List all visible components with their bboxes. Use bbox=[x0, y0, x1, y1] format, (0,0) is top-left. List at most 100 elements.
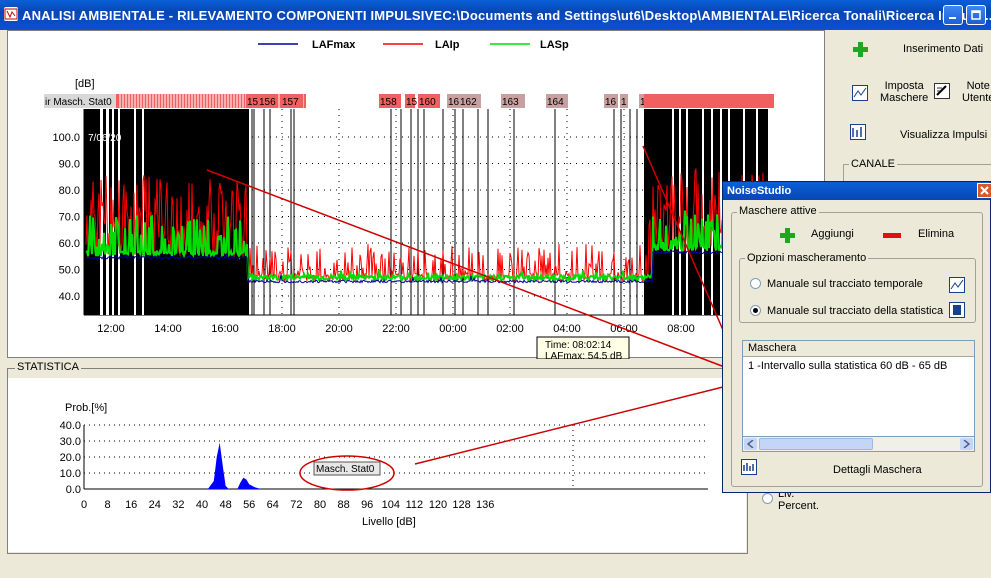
marker-label: 1 bbox=[621, 97, 627, 108]
overlay-date: 7/06/20 bbox=[88, 133, 122, 144]
option-temporale-radio[interactable] bbox=[750, 278, 761, 289]
stat-peak-2 bbox=[237, 477, 261, 489]
inserimento-dati-button[interactable]: Inserimento Dati bbox=[903, 43, 983, 55]
time-y-tick: 90.0 bbox=[59, 159, 80, 171]
add-icon[interactable] bbox=[779, 227, 795, 243]
maximize-button[interactable] bbox=[966, 5, 986, 25]
stat-x-tick: 40 bbox=[196, 499, 208, 511]
stat-x-tick: 88 bbox=[337, 499, 349, 511]
stat-x-tick: 112 bbox=[406, 499, 424, 511]
stat-x-tick: 128 bbox=[452, 499, 470, 511]
stat-y-tick: 20.0 bbox=[60, 452, 81, 464]
time-x-tick: 08:00 bbox=[667, 323, 695, 335]
statistica-chart[interactable]: Prob.[%] 40.0 30.0 20.0 10.0 0.00 8 16 24 32 40 48… bbox=[8, 378, 746, 552]
window-title: ANALISI AMBIENTALE - RILEVAMENTO COMPONE… bbox=[22, 8, 991, 23]
note-label-1: Note bbox=[966, 80, 990, 92]
list-horizontal-scrollbar[interactable] bbox=[742, 436, 975, 452]
list-header[interactable]: Maschera bbox=[743, 341, 974, 357]
stat-x-tick: 48 bbox=[219, 499, 231, 511]
scroll-right-button[interactable] bbox=[960, 438, 973, 450]
maschere-attive-title: Maschere attive bbox=[737, 205, 819, 217]
stat-x-tick: 96 bbox=[361, 499, 373, 511]
legend-lasp: LASp bbox=[540, 39, 569, 51]
y-unit: [dB] bbox=[75, 78, 95, 90]
time-x-tick: 02:00 bbox=[496, 323, 524, 335]
marker-label: 16 bbox=[448, 97, 460, 108]
time-x-tick: 04:00 bbox=[553, 323, 581, 335]
stat-x-tick: 64 bbox=[267, 499, 279, 511]
details-icon[interactable] bbox=[741, 459, 757, 475]
note-label-2: Utente bbox=[962, 92, 991, 104]
time-x-tick: 00:00 bbox=[439, 323, 467, 335]
marker-label: 16 bbox=[605, 97, 617, 108]
statistic-chart-icon[interactable] bbox=[949, 302, 965, 318]
option-statistica-radio[interactable] bbox=[750, 305, 761, 316]
dettagli-maschera-button[interactable]: Dettagli Maschera bbox=[833, 464, 922, 476]
time-x-tick: 20:00 bbox=[325, 323, 353, 335]
stat-x-tick: 120 bbox=[429, 499, 447, 511]
stat-x-tick: 136 bbox=[476, 499, 494, 511]
minimize-button[interactable] bbox=[943, 5, 963, 25]
mask-label: Masch. Stat0 bbox=[316, 464, 375, 475]
time-y-tick: 70.0 bbox=[59, 212, 80, 224]
time-x-tick: 12:00 bbox=[97, 323, 125, 335]
marker-label: 156 bbox=[259, 97, 276, 108]
stat-x-tick: 80 bbox=[314, 499, 326, 511]
stat-x-tick: 72 bbox=[290, 499, 302, 511]
time-x-tick: 16:00 bbox=[211, 323, 239, 335]
percent-label-2: Percent. bbox=[778, 500, 819, 512]
stat-x-label: Livello [dB] bbox=[362, 516, 416, 528]
stat-y-tick: 10.0 bbox=[60, 468, 81, 480]
marker-label: 15 bbox=[406, 97, 418, 108]
stat-y-tick: 30.0 bbox=[60, 436, 81, 448]
note-icon[interactable] bbox=[934, 83, 950, 99]
imposta-maschere-button[interactable]: Imposta Maschere bbox=[880, 80, 928, 104]
legend-lafmax: LAFmax bbox=[312, 39, 356, 51]
time-y-tick: 100.0 bbox=[52, 132, 80, 144]
list-item[interactable]: 1 -Intervallo sulla statistica 60 dB - 6… bbox=[748, 360, 947, 372]
stat-x-tick: 24 bbox=[149, 499, 161, 511]
time-x-tick: 18:00 bbox=[268, 323, 296, 335]
chart-mask-icon[interactable] bbox=[852, 85, 868, 101]
note-utente-button[interactable]: Note Utente bbox=[962, 80, 991, 104]
tooltip-line-1: Time: 08:02:14 bbox=[545, 340, 612, 351]
dialog-title: NoiseStudio bbox=[727, 185, 792, 197]
time-x-tick: 22:00 bbox=[382, 323, 410, 335]
remove-icon[interactable] bbox=[883, 227, 901, 243]
marker-band-red-2[interactable] bbox=[644, 94, 774, 108]
pulse-icon[interactable] bbox=[850, 124, 866, 140]
statistica-plot[interactable]: Prob.[%] 40.0 30.0 20.0 10.0 0.0 0 8 16 24 32 40 48… bbox=[8, 378, 746, 552]
time-x-tick: 14:00 bbox=[154, 323, 182, 335]
stat-x-tick: 56 bbox=[243, 499, 255, 511]
scroll-thumb[interactable] bbox=[759, 438, 873, 450]
stat-y-label: Prob.[%] bbox=[65, 402, 107, 414]
visualizza-impulsi-button[interactable]: Visualizza Impulsi bbox=[900, 129, 987, 141]
percent-radio[interactable] bbox=[762, 493, 773, 504]
time-y-tick: 80.0 bbox=[59, 185, 80, 197]
temporal-chart-icon[interactable] bbox=[949, 277, 965, 293]
marker-label: 160 bbox=[419, 97, 436, 108]
plus-icon[interactable] bbox=[852, 41, 868, 57]
tooltip-line-2: LAFmax: 54.5 dB bbox=[545, 351, 623, 359]
marker-label: 164 bbox=[547, 97, 564, 108]
title-bar[interactable]: ANALISI AMBIENTALE - RILEVAMENTO COMPONE… bbox=[0, 0, 991, 30]
canale-title: CANALE bbox=[849, 158, 898, 170]
elimina-button[interactable]: Elimina bbox=[918, 228, 954, 240]
time-y-tick: 40.0 bbox=[59, 291, 80, 303]
aggiungi-button[interactable]: Aggiungi bbox=[811, 228, 854, 240]
time-chart[interactable]: LAFmax LAIp LASp [dB] 100.0 90.0 80.0 70.0 6… bbox=[8, 31, 826, 362]
dialog-titlebar[interactable]: NoiseStudio bbox=[723, 182, 991, 200]
opzioni-title: Opzioni mascheramento bbox=[745, 252, 869, 264]
stat-x-tick: 8 bbox=[105, 499, 111, 511]
list-header-label: Maschera bbox=[748, 342, 797, 354]
stat-x-tick: 32 bbox=[172, 499, 184, 511]
time-x-tick: 06:00 bbox=[610, 323, 638, 335]
scroll-left-button[interactable] bbox=[744, 438, 757, 450]
time-chart-panel[interactable]: LAFmax LAIp LASp [dB] 100.0 90.0 80.0 70.0 6… bbox=[7, 30, 826, 362]
time-y-tick: 50.0 bbox=[59, 265, 80, 277]
statistica-title: STATISTICA bbox=[15, 361, 81, 373]
stat-x-tick: 0 bbox=[81, 499, 87, 511]
marker-label: 15 bbox=[247, 97, 259, 108]
dialog-close-button[interactable] bbox=[977, 183, 991, 198]
app-icon[interactable] bbox=[4, 7, 18, 21]
